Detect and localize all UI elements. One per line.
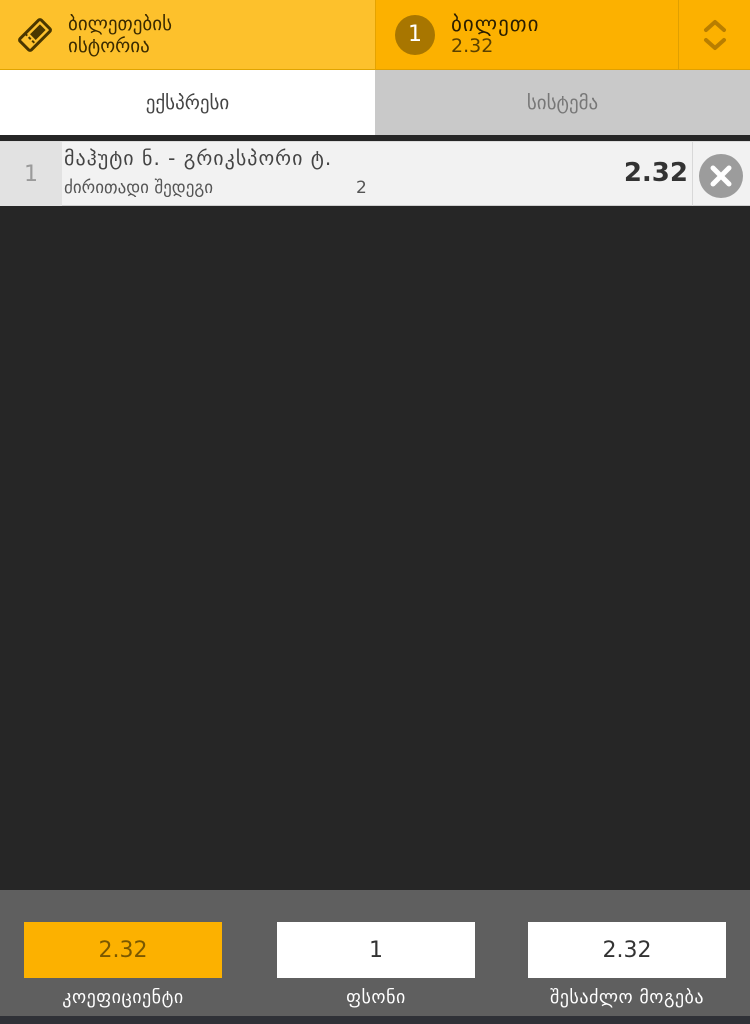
ticket-history-button[interactable]: ბილეთების ისტორია: [0, 0, 375, 70]
stake-label: ფსონი: [346, 987, 406, 1008]
stake-input[interactable]: 1: [277, 922, 475, 978]
bet-divider: [692, 142, 693, 206]
history-label-line1: ბილეთების: [68, 12, 172, 35]
bet-match-name: მაჰუტი ნ. - გრიკსპორი ტ.: [64, 146, 333, 170]
footer-bottom-bar: [0, 1016, 750, 1024]
ticket-history-label: ბილეთების ისტორია: [68, 13, 172, 57]
ticket-total-odds: 2.32: [451, 34, 494, 57]
possible-win-label: შესაძლო მოგება: [549, 987, 705, 1008]
ticket-info: ბილეთი 2.32: [451, 13, 539, 57]
bet-outcome: 2: [356, 178, 367, 198]
betslip-summary[interactable]: 1 ბილეთი 2.32: [375, 0, 678, 70]
collapse-toggle-button[interactable]: [678, 0, 750, 70]
history-label-line2: ისტორია: [68, 34, 150, 57]
ticket-label: ბილეთი: [451, 11, 540, 36]
chevron-up-down-icon: [703, 19, 726, 50]
ticket-count-badge: 1: [395, 14, 435, 55]
tab-express[interactable]: ექსპრესი: [0, 70, 375, 135]
total-odds-box: 2.32: [24, 922, 222, 978]
bet-odds: 2.32: [623, 158, 688, 188]
tab-system[interactable]: სისტემა: [375, 70, 750, 135]
ticket-icon: [18, 17, 52, 52]
bet-footer: 2.32 1 2.32 კოეფიციენტი ფსონი შესაძლო მო…: [0, 890, 750, 1018]
bet-type-tabs: ექსპრესი სისტემა: [0, 70, 750, 135]
bet-market: ძირითადი შედეგი: [64, 178, 214, 198]
bet-row: 1 მაჰუტი ნ. - გრიკსპორი ტ. ძირითადი შედე…: [0, 141, 750, 206]
possible-win-box: 2.32: [528, 922, 726, 978]
header: ბილეთების ისტორია 1 ბილეთი 2.32: [0, 0, 750, 70]
bet-index: 1: [0, 142, 62, 206]
total-odds-label: კოეფიციენტი: [62, 987, 184, 1008]
close-circle-icon[interactable]: [698, 153, 744, 199]
